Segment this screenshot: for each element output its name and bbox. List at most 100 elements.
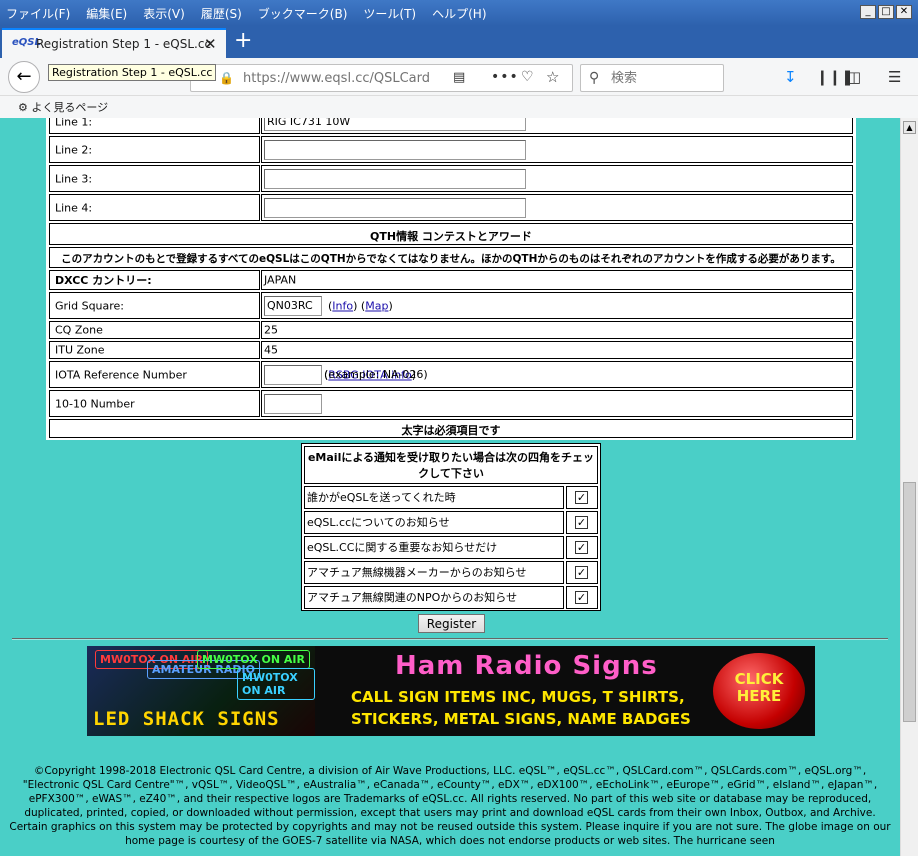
email-notification-panel: eMailによる通知を受け取りたい場合は次の四角をチェックして下さい 誰かがeQ… <box>301 443 601 611</box>
email-option-row: eQSL.ccについてのお知らせ ✓ <box>304 511 598 534</box>
iota-hint: (example: NA-026) (RSBG IOTA info) <box>324 368 428 381</box>
line4-label-cell: Line 4: <box>49 194 260 221</box>
line1-input[interactable] <box>264 118 526 131</box>
line1-label-cell: Line 1: <box>49 118 260 134</box>
iota-example: (example: NA-026) <box>324 368 428 381</box>
tab-registration[interactable]: eQSL Registration Step 1 - eQSL.cc ✕ <box>2 28 226 58</box>
line2-label-cell: Line 2: <box>49 136 260 163</box>
scroll-up-icon[interactable]: ▲ <box>903 121 916 134</box>
grid-info-link[interactable]: Info <box>332 299 353 312</box>
search-input[interactable] <box>611 69 715 87</box>
line2-label: Line 2: <box>55 143 93 156</box>
url-bar[interactable]: 🔒 https://www.eqsl.cc/QSLCard ▤ ••• ♡ ☆ <box>190 64 573 92</box>
email-option-checkbox[interactable]: ✓ <box>575 541 588 554</box>
ham-radio-signs-banner[interactable]: MW0TOX ON AIR AMATEUR RADIO MW0TOX ON AI… <box>87 646 815 736</box>
line4-value-cell <box>261 194 853 221</box>
downloads-icon[interactable]: ↧ <box>784 68 797 86</box>
window-controls: _ □ ✕ <box>858 5 912 19</box>
vertical-scrollbar[interactable]: ▲ <box>900 118 918 856</box>
bookmark-most-visited[interactable]: ⚙ よく見るページ <box>18 99 108 115</box>
email-option-cell: ✓ <box>566 561 598 584</box>
email-option-row: アマチュア無線関連のNPOからのお知らせ ✓ <box>304 586 598 609</box>
registration-form-panel: Line 1: Line 2: Line 3: Line 4: QTH情報 コン… <box>46 118 856 440</box>
menu-edit[interactable]: 編集(E) <box>86 5 127 22</box>
bookmarks-toolbar: ⚙ よく見るページ <box>0 96 918 118</box>
menu-file[interactable]: ファイル(F) <box>6 5 70 22</box>
email-option-checkbox[interactable]: ✓ <box>575 591 588 604</box>
line3-value-cell <box>261 165 853 192</box>
line3-label: Line 3: <box>55 172 93 185</box>
email-option-checkbox[interactable]: ✓ <box>575 566 588 579</box>
cq-label-cell: CQ Zone <box>49 321 260 339</box>
eqsl-favicon-icon: eQSL <box>12 37 41 48</box>
dxcc-value: JAPAN <box>264 273 297 287</box>
qth-notice-text: このアカウントのもとで登録するすべてのeQSLはこのQTHからでなくてはなりませ… <box>61 253 841 265</box>
tab-tooltip: Registration Step 1 - eQSL.cc <box>48 64 217 81</box>
neon-sign: MW0TOX ON AIR <box>197 650 310 669</box>
click-here-button[interactable]: CLICK HERE <box>713 653 805 729</box>
new-tab-button[interactable]: + <box>234 30 252 52</box>
url-text[interactable]: https://www.eqsl.cc/QSLCard <box>243 71 430 86</box>
menu-list: ファイル(F) 編集(E) 表示(V) 履歴(S) ブックマーク(B) ツール(… <box>6 5 503 22</box>
page-actions-icon[interactable]: ••• <box>491 69 519 85</box>
led-shack-signs-text: LED SHACK SIGNS <box>93 708 280 730</box>
banner-title: Ham Radio Signs <box>395 651 658 681</box>
close-window-button[interactable]: ✕ <box>896 5 912 19</box>
maximize-button[interactable]: □ <box>878 5 894 19</box>
iota-label-cell: IOTA Reference Number <box>49 361 260 388</box>
menu-help[interactable]: ヘルプ(H) <box>432 5 486 22</box>
iota-input[interactable] <box>264 364 322 385</box>
line1-value-cell <box>261 118 853 134</box>
back-button[interactable]: ← <box>8 61 40 93</box>
email-option-row: 誰かがeQSLを送ってくれた時 ✓ <box>304 486 598 509</box>
menu-bar: ファイル(F) 編集(E) 表示(V) 履歴(S) ブックマーク(B) ツール(… <box>0 0 918 26</box>
email-option-label: eQSL.CCに関する重要なお知らせだけ <box>304 536 564 559</box>
page-content: Line 1: Line 2: Line 3: Line 4: QTH情報 コン… <box>0 118 900 856</box>
required-note: 太字は必須項目です <box>401 424 501 437</box>
lock-icon[interactable]: 🔒 <box>219 71 234 85</box>
neon-sign: MW0TOX ON AIR <box>237 668 315 700</box>
menu-history[interactable]: 履歴(S) <box>201 5 242 22</box>
email-option-checkbox[interactable]: ✓ <box>575 491 588 504</box>
iota-value-cell: (example: NA-026) (RSBG IOTA info) <box>261 361 853 388</box>
itu-value-cell: 45 <box>261 341 853 359</box>
required-note-cell: 太字は必須項目です <box>49 419 853 438</box>
cq-zone-value: 25 <box>264 323 278 337</box>
search-box[interactable]: ⚲ <box>580 64 724 92</box>
register-button[interactable]: Register <box>418 614 485 633</box>
pocket-icon[interactable]: ♡ <box>521 69 534 85</box>
line3-input[interactable] <box>264 168 526 189</box>
menu-tools[interactable]: ツール(T) <box>363 5 416 22</box>
email-option-cell: ✓ <box>566 536 598 559</box>
tab-close-icon[interactable]: ✕ <box>204 35 217 53</box>
cq-value-cell: 25 <box>261 321 853 339</box>
hamburger-menu-icon[interactable]: ☰ <box>888 68 901 86</box>
iota-label: IOTA Reference Number <box>55 368 187 381</box>
minimize-button[interactable]: _ <box>860 5 876 19</box>
itu-zone-label: ITU Zone <box>55 343 105 357</box>
bookmark-star-icon[interactable]: ☆ <box>546 68 559 86</box>
menu-view[interactable]: 表示(V) <box>143 5 185 22</box>
scrollbar-thumb[interactable] <box>903 482 916 722</box>
sidebar-icon[interactable]: ◫ <box>847 68 861 86</box>
line4-label: Line 4: <box>55 201 93 214</box>
line4-input[interactable] <box>264 197 526 218</box>
line2-value-cell <box>261 136 853 163</box>
qth-section-header: QTH情報 コンテストとアワード <box>49 223 853 245</box>
tenten-label: 10-10 Number <box>55 397 135 410</box>
tenten-input[interactable] <box>264 393 322 414</box>
grid-map-link[interactable]: Map <box>365 299 388 312</box>
tab-title: Registration Step 1 - eQSL.cc <box>36 37 212 51</box>
dxcc-label-cell: DXCC カントリー: <box>49 270 260 290</box>
led-signs-image: MW0TOX ON AIR AMATEUR RADIO MW0TOX ON AI… <box>87 646 315 736</box>
section-divider <box>12 638 888 640</box>
email-option-cell: ✓ <box>566 486 598 509</box>
dxcc-value-cell: JAPAN <box>261 270 853 290</box>
line2-input[interactable] <box>264 139 526 160</box>
grid-square-input[interactable] <box>264 295 322 316</box>
menu-bookmarks[interactable]: ブックマーク(B) <box>258 5 348 22</box>
reader-view-icon[interactable]: ▤ <box>453 70 465 85</box>
banner-line1: CALL SIGN ITEMS INC, MUGS, T SHIRTS, <box>351 688 685 706</box>
email-option-label: eQSL.ccについてのお知らせ <box>304 511 564 534</box>
email-option-checkbox[interactable]: ✓ <box>575 516 588 529</box>
